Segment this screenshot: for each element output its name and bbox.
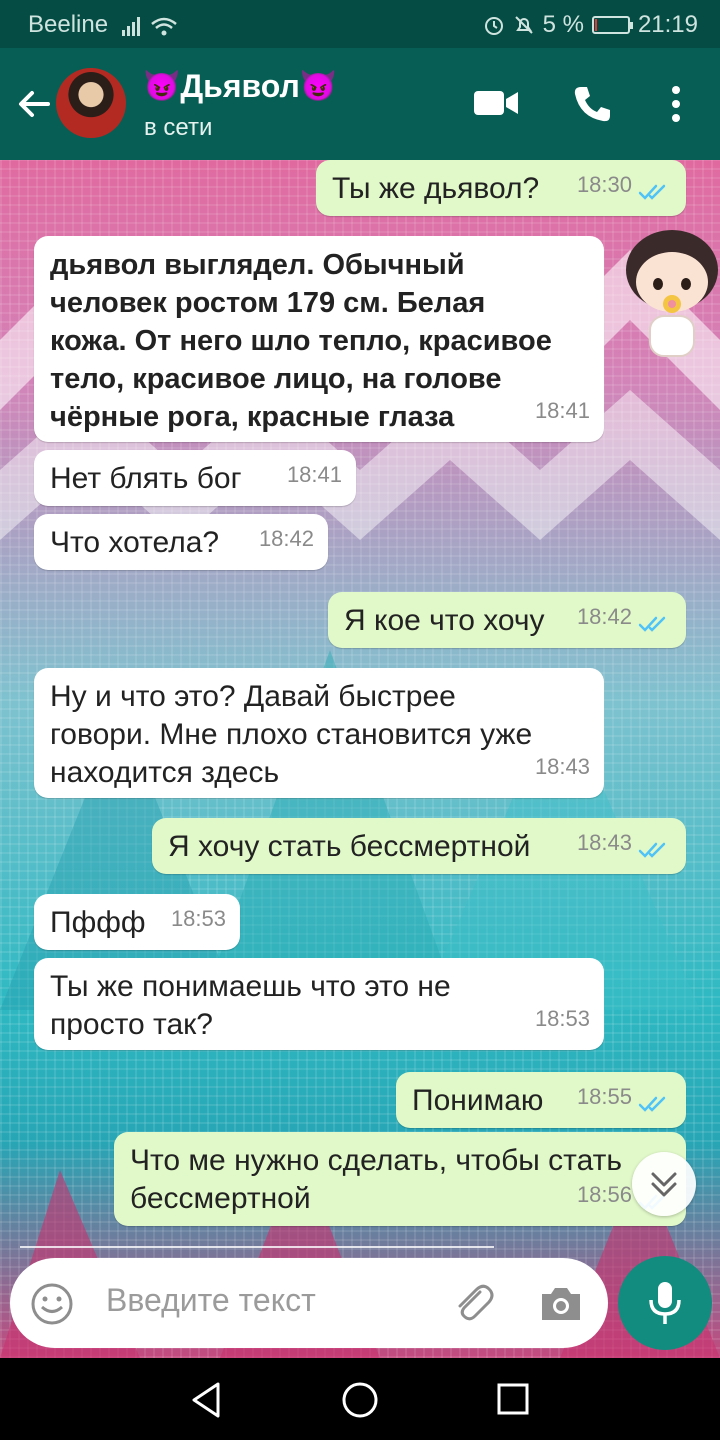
back-triangle-icon[interactable] [188, 1380, 224, 1420]
message-text-line: находится здесь [50, 756, 280, 789]
system-navigation-bar [0, 1358, 720, 1440]
scroll-down-button[interactable] [632, 1152, 696, 1216]
status-bar: Beeline 5 % 21:19 [0, 0, 720, 48]
message-text-line: человек ростом 179 см. Белая [50, 287, 486, 319]
message-bubble-incoming[interactable]: Ну и что это? Давай быстрее говори. Мне п… [34, 668, 604, 798]
sticker-image[interactable] [620, 224, 720, 366]
emoji-icon[interactable] [30, 1282, 74, 1326]
chat-header: 😈 Дьявол 😈 в сети [0, 48, 720, 160]
double-check-read-icon [638, 842, 666, 858]
message-bubble-outgoing[interactable]: Я хочу стать бессмертной 18:43 [152, 818, 686, 874]
message-bubble-incoming[interactable]: дьявол выглядел. Обычный человек ростом 1… [34, 236, 604, 442]
message-time: 18:42 [258, 526, 314, 551]
signal-wifi-icon [122, 17, 177, 36]
message-text-line: тело, красивое лицо, на голове [50, 363, 502, 395]
message-text-line: Я кое что хочу [344, 604, 545, 637]
message-text: Ты же дьявол? [332, 170, 539, 208]
message-time: 18:42 [576, 604, 632, 629]
mute-bell-icon [514, 16, 533, 34]
message-time: 18:43 [534, 754, 590, 779]
voice-message-button[interactable] [618, 1256, 712, 1350]
chat-area[interactable]: Ты же дьявол? 18:30 дьявол выглядел. Обычн… [0, 160, 720, 1358]
message-time: 18:43 [576, 830, 632, 855]
message-text-line: просто так? [50, 1008, 213, 1041]
message-text-line: Что ме нужно сделать, чтобы стать [130, 1144, 622, 1177]
message-time: 18:41 [534, 398, 590, 423]
message-time: 18:55 [576, 1084, 632, 1109]
message-time: 18:30 [576, 172, 632, 197]
message-bubble-incoming[interactable]: Ты же понимаешь что это не просто так? 18:… [34, 958, 604, 1050]
message-text: Что хотела? [50, 524, 219, 562]
message-text-line: кожа. От него шло тепло, красивое [50, 325, 552, 357]
message-bubble-outgoing[interactable]: Я кое что хочу 18:42 [328, 592, 686, 648]
message-text-line: Ты же понимаешь что это не [50, 970, 451, 1003]
message-text-line: Пффф [50, 906, 146, 939]
contact-status: в сети [144, 114, 213, 141]
message-bubble-outgoing[interactable]: Ты же дьявол? 18:30 [316, 160, 686, 216]
devil-emoji: 😈 [299, 70, 338, 103]
message-text-line: бессмертной [130, 1182, 311, 1215]
message-text: Ну и что это? Давай быстрее говори. Мне п… [50, 678, 532, 792]
more-options-icon[interactable] [668, 84, 684, 124]
message-bubble-outgoing[interactable]: Что ме нужно сделать, чтобы стать бессмер… [114, 1132, 686, 1226]
double-check-read-icon [638, 616, 666, 632]
message-time: 18:53 [170, 906, 226, 931]
message-input[interactable]: Введите текст [106, 1282, 316, 1319]
double-chevron-down-icon [651, 1172, 677, 1197]
message-bubble-incoming[interactable]: Что хотела? 18:42 [34, 514, 328, 570]
devil-emoji: 😈 [143, 70, 181, 103]
recents-square-icon[interactable] [496, 1382, 530, 1416]
double-check-read-icon [638, 1096, 666, 1112]
message-text-line: чёрные рога, красные глаза [50, 401, 455, 433]
message-time: 18:53 [534, 1006, 590, 1031]
message-text-line: говори. Мне плохо становится уже [50, 718, 533, 751]
message-text: Пффф [50, 904, 146, 942]
carrier-name: Beeline [28, 11, 109, 38]
alarm-icon [484, 17, 503, 35]
message-text: Я хочу стать бессмертной [168, 828, 530, 866]
home-circle-icon[interactable] [340, 1380, 380, 1420]
video-call-icon[interactable] [474, 88, 520, 118]
message-text-line: Что хотела? [50, 526, 220, 559]
message-time: 18:41 [286, 462, 342, 487]
back-arrow-icon[interactable] [12, 82, 56, 126]
message-time: 18:56 [576, 1182, 632, 1207]
message-text: Я кое что хочу [344, 602, 545, 640]
message-text: Нет блять бог [50, 460, 242, 498]
double-check-read-icon [638, 184, 666, 200]
message-bubble-incoming[interactable]: Нет блять бог 18:41 [34, 450, 356, 506]
camera-icon[interactable] [538, 1282, 584, 1324]
message-bubble-outgoing[interactable]: Понимаю 18:55 [396, 1072, 686, 1128]
message-text: Что ме нужно сделать, чтобы стать бессмер… [130, 1142, 622, 1218]
message-text-line: Я хочу стать бессмертной [168, 830, 531, 863]
message-text: Ты же понимаешь что это не просто так? [50, 968, 451, 1044]
message-text: дьявол выглядел. Обычный человек ростом 1… [50, 246, 552, 436]
message-text: Понимаю [412, 1082, 543, 1120]
contact-name-text: Дьявол [180, 68, 300, 104]
message-text-line: Понимаю [412, 1084, 544, 1117]
message-text-line: Ты же дьявол? [332, 172, 540, 205]
battery-icon [591, 16, 633, 34]
phone-call-icon[interactable] [572, 84, 612, 124]
message-text-line: дьявол выглядел. Обычный [50, 249, 465, 281]
battery-percent: 5 % [542, 11, 584, 38]
microphone-icon [649, 1282, 681, 1324]
message-text-line: Ну и что это? Давай быстрее [50, 680, 456, 713]
message-text-line: Нет блять бог [50, 462, 242, 495]
bottom-divider [20, 1246, 494, 1248]
message-input-bar[interactable]: Введите текст [10, 1258, 608, 1348]
attach-paperclip-icon[interactable] [450, 1280, 496, 1326]
contact-name[interactable]: 😈 Дьявол 😈 [143, 68, 337, 105]
avatar[interactable] [56, 68, 126, 138]
message-bubble-incoming[interactable]: Пффф 18:53 [34, 894, 240, 950]
clock: 21:19 [637, 11, 698, 38]
